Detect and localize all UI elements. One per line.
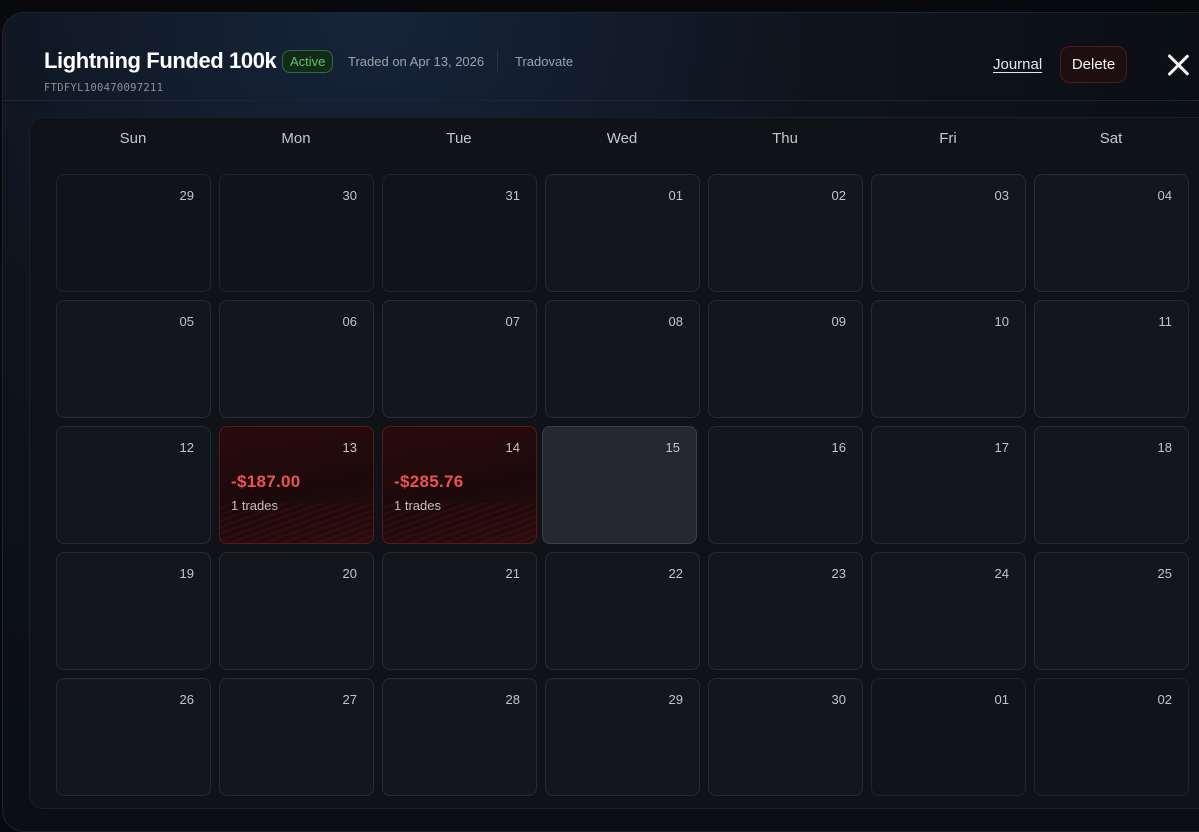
calendar-day-cell[interactable]: 22 (545, 552, 700, 670)
day-number: 26 (179, 692, 194, 707)
calendar-day-cell[interactable]: 01 (545, 174, 700, 292)
day-number: 05 (179, 314, 194, 329)
day-pnl: -$187.00 (231, 472, 301, 491)
calendar-day-cell[interactable]: 02 (708, 174, 863, 292)
calendar-day-cell[interactable]: 04 (1034, 174, 1189, 292)
day-number: 30 (342, 188, 357, 203)
weekday-tue: Tue (446, 130, 472, 147)
day-trade-count: 1 trades (231, 498, 278, 513)
calendar-day-cell[interactable]: 31 (382, 174, 537, 292)
calendar-day-cell[interactable]: 29 (56, 174, 211, 292)
close-icon[interactable] (1166, 53, 1190, 77)
calendar-day-cell[interactable]: 26 (56, 678, 211, 796)
account-title: Lightning Funded 100k (44, 48, 277, 73)
status-badge: Active (282, 50, 334, 73)
day-number: 03 (994, 188, 1009, 203)
day-number: 14 (505, 440, 520, 455)
calendar-day-cell[interactable]: 20 (219, 552, 374, 670)
day-number: 29 (179, 188, 194, 203)
day-number: 31 (505, 188, 520, 203)
day-pnl: -$285.76 (394, 472, 464, 491)
calendar-day-cell[interactable]: 06 (219, 300, 374, 418)
day-number: 27 (342, 692, 357, 707)
calendar-day-cell[interactable]: 07 (382, 300, 537, 418)
day-number: 01 (994, 692, 1009, 707)
journal-link[interactable]: Journal (993, 56, 1042, 73)
day-number: 17 (994, 440, 1009, 455)
account-id: FTDFYL100470097211 (44, 82, 164, 94)
calendar-day-cell[interactable]: 18 (1034, 426, 1189, 544)
weekday-fri: Fri (939, 130, 957, 147)
day-number: 16 (831, 440, 846, 455)
calendar-day-cell[interactable]: 08 (545, 300, 700, 418)
day-number: 13 (342, 440, 357, 455)
calendar-day-cell[interactable]: 23 (708, 552, 863, 670)
day-number: 06 (342, 314, 357, 329)
day-number: 08 (668, 314, 683, 329)
calendar-day-cell[interactable]: 25 (1034, 552, 1189, 670)
day-number: 07 (505, 314, 520, 329)
calendar-day-cell[interactable]: 28 (382, 678, 537, 796)
day-number: 02 (831, 188, 846, 203)
calendar-day-cell[interactable]: 09 (708, 300, 863, 418)
day-number: 21 (505, 566, 520, 581)
day-number: 23 (831, 566, 846, 581)
day-number: 18 (1157, 440, 1172, 455)
day-number: 22 (668, 566, 683, 581)
calendar-day-cell[interactable]: 30 (708, 678, 863, 796)
delete-button[interactable]: Delete (1060, 46, 1127, 83)
calendar-day-cell[interactable]: 30 (219, 174, 374, 292)
calendar-day-cell[interactable]: 10 (871, 300, 1026, 418)
calendar-day-cell[interactable]: 27 (219, 678, 374, 796)
calendar-day-cell[interactable]: 13 -$187.00 1 trades (219, 426, 374, 544)
calendar-day-cell[interactable]: 01 (871, 678, 1026, 796)
calendar-day-cell[interactable]: 16 (708, 426, 863, 544)
calendar-day-cell[interactable]: 03 (871, 174, 1026, 292)
day-number: 11 (1158, 314, 1173, 329)
calendar-day-cell[interactable]: 02 (1034, 678, 1189, 796)
day-trade-count: 1 trades (394, 498, 441, 513)
trade-calendar-modal: Lightning Funded 100k Active Traded on A… (2, 12, 1199, 832)
modal-header: Lightning Funded 100k Active Traded on A… (3, 13, 1199, 101)
day-number: 12 (179, 440, 194, 455)
calendar-day-cell[interactable]: 19 (56, 552, 211, 670)
calendar-grid: Sun Mon Tue Wed Thu Fri Sat 29 30 31 01 02 03 04 05 06… (29, 117, 1199, 809)
day-number: 30 (831, 692, 846, 707)
day-number: 20 (342, 566, 357, 581)
day-number: 10 (994, 314, 1009, 329)
calendar-day-cell[interactable]: 29 (545, 678, 700, 796)
day-number: 02 (1157, 692, 1172, 707)
calendar-day-cell[interactable]: 21 (382, 552, 537, 670)
header-divider (497, 51, 498, 71)
day-number: 25 (1157, 566, 1172, 581)
weekday-mon: Mon (281, 130, 311, 147)
calendar-day-cell[interactable]: 11 (1034, 300, 1189, 418)
traded-date: Traded on Apr 13, 2026 (348, 54, 485, 69)
day-number: 09 (831, 314, 846, 329)
day-number: 19 (179, 566, 194, 581)
weekday-sat: Sat (1099, 130, 1123, 147)
day-number: 04 (1157, 188, 1172, 203)
calendar-day-cell[interactable]: 17 (871, 426, 1026, 544)
platform-name: Tradovate (515, 54, 574, 69)
day-number: 15 (665, 440, 680, 455)
calendar-day-cell[interactable]: 14 -$285.76 1 trades (382, 426, 537, 544)
day-number: 29 (668, 692, 683, 707)
day-number: 28 (505, 692, 520, 707)
calendar-day-cell[interactable]: 05 (56, 300, 211, 418)
weekday-sun: Sun (119, 130, 147, 147)
day-number: 24 (994, 566, 1009, 581)
weekday-thu: Thu (772, 130, 798, 147)
day-number: 01 (668, 188, 683, 203)
calendar-day-cell[interactable]: 12 (56, 426, 211, 544)
calendar-day-cell[interactable]: 24 (871, 552, 1026, 670)
calendar-day-cell[interactable]: 15 (542, 426, 697, 544)
weekday-wed: Wed (606, 130, 638, 147)
